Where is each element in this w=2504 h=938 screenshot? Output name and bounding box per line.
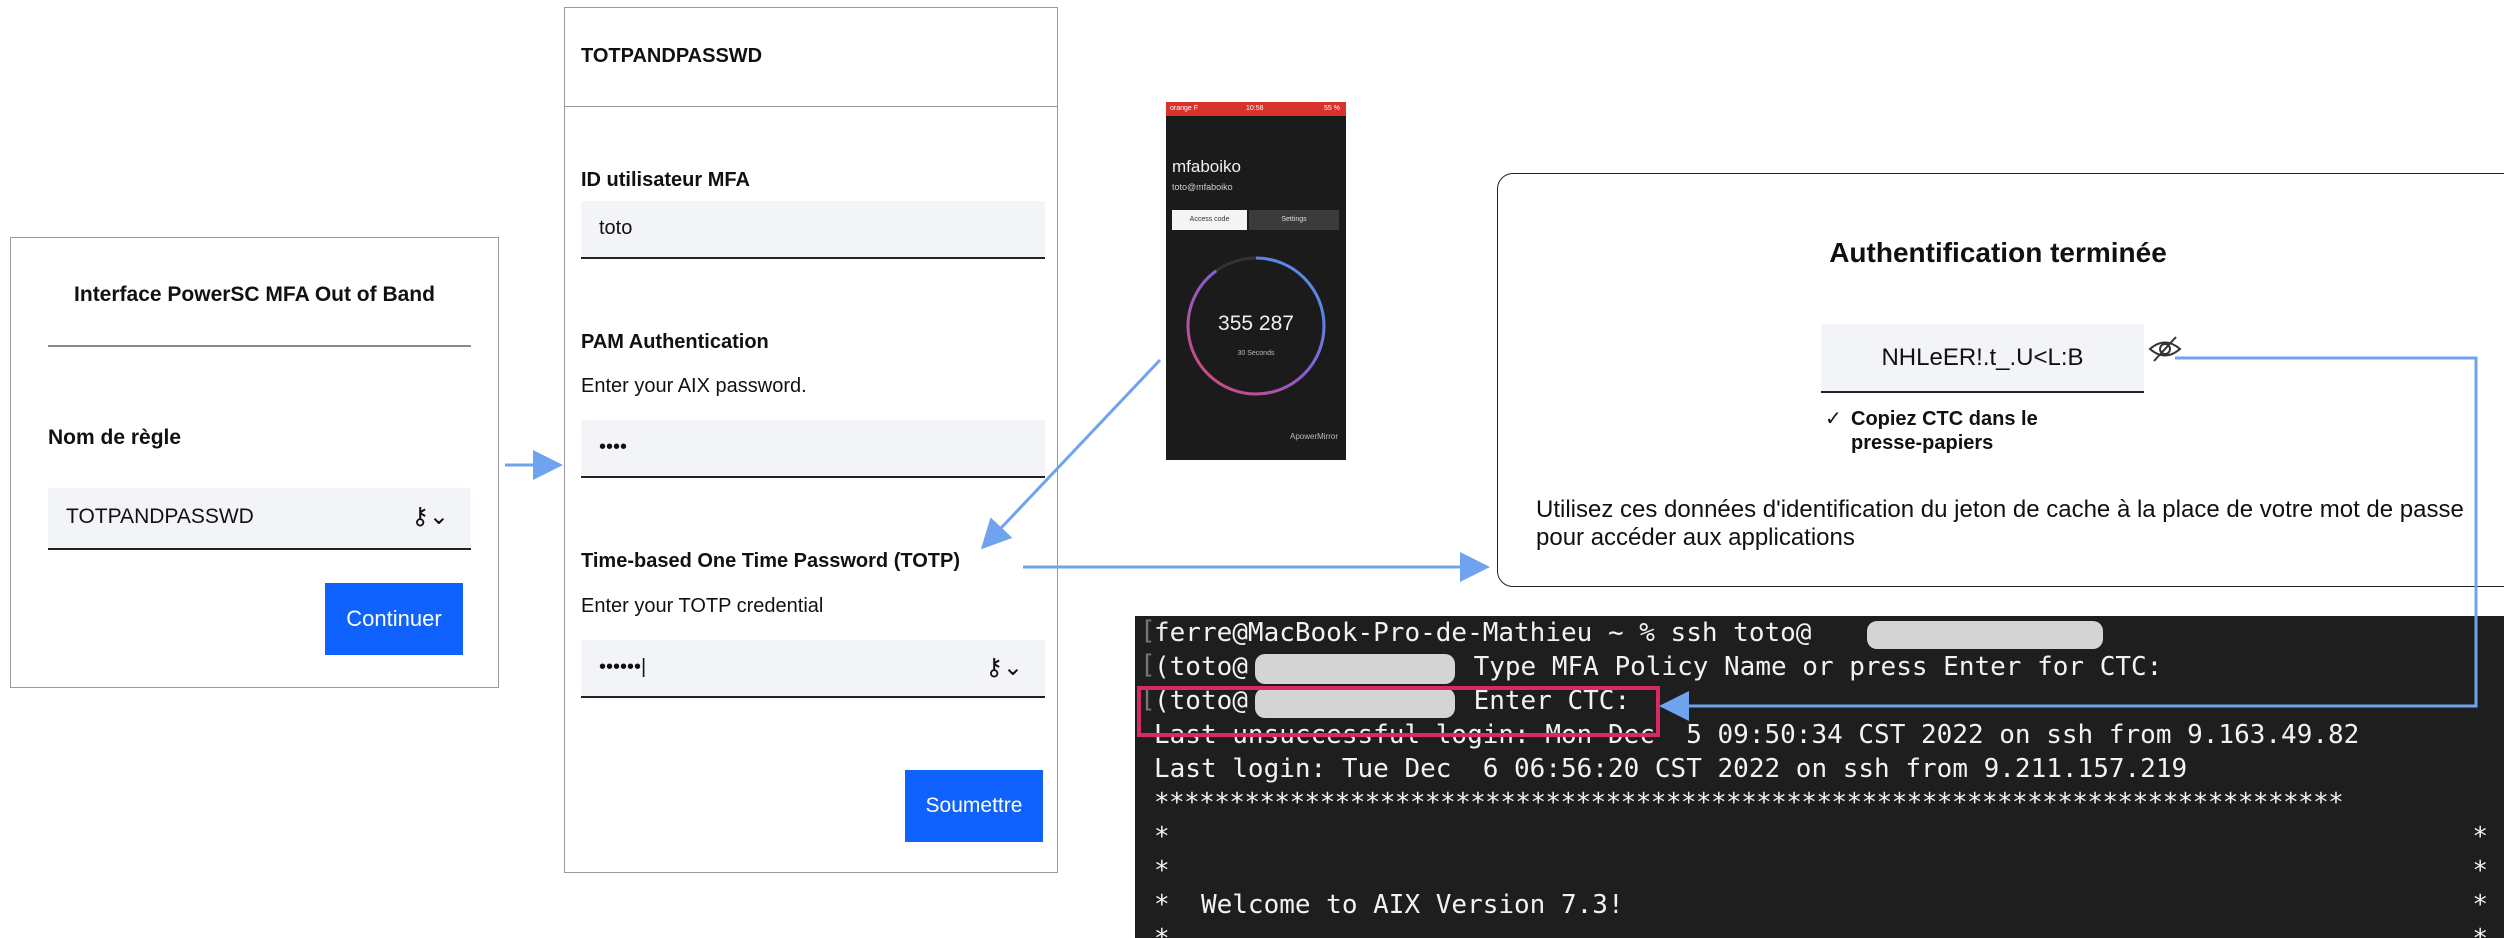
arrow-token-to-terminal	[1659, 356, 2478, 721]
arrow-phone-to-totp	[980, 358, 1162, 550]
flow-arrows	[505, 356, 2478, 721]
